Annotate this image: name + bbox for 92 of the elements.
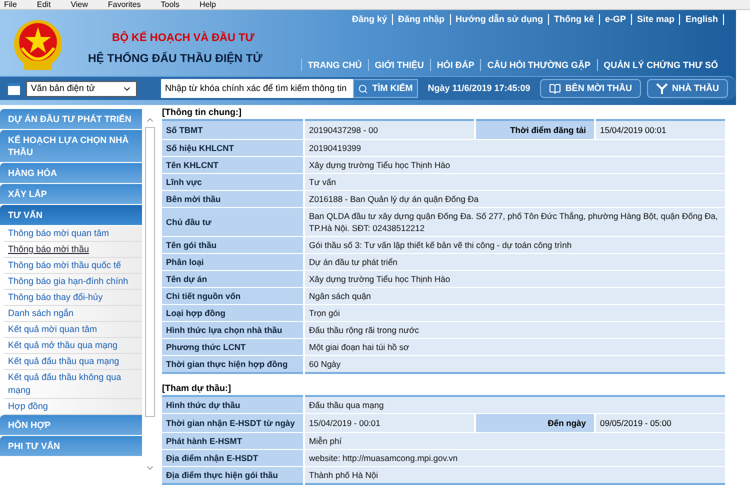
category-item[interactable]: XÂY LẮP: [0, 184, 142, 205]
field-value: 60 Ngày: [304, 356, 725, 373]
field-value: Ban QLDA đầu tư xây dựng quận Đống Đa. Số 277, phố Tôn Đức Thắng, phường Hàng Bột, quận Đống Đa, TP.Hà Nội. SĐT: 02438512212: [304, 208, 725, 236]
field-label: Hình thức lựa chọn nhà thầu: [162, 322, 304, 338]
field-value: Một giai đoạn hai túi hồ sơ: [304, 338, 725, 356]
top-link[interactable]: e-GP: [600, 14, 632, 25]
field-label: Thời điểm đăng tải: [475, 120, 595, 140]
top-link[interactable]: Đăng nhập: [393, 14, 451, 25]
top-link[interactable]: English: [680, 14, 724, 25]
section-title: [Tham dự thầu:]: [162, 382, 232, 394]
menu-item[interactable]: View: [70, 0, 88, 9]
field-label: Loại hợp đồng: [162, 304, 304, 322]
top-link[interactable]: Thống kê: [548, 14, 600, 25]
submenu-link[interactable]: Thông báo gia hạn-đính chính: [4, 274, 142, 290]
submenu-link[interactable]: Hợp đồng: [4, 399, 142, 415]
field-label: Hình thức dự thầu: [162, 396, 304, 414]
field-label: Địa điểm nhận E-HSDT: [162, 450, 304, 466]
category-item[interactable]: KẾ HOẠCH LỰA CHỌN NHÀ THẦU: [0, 130, 142, 163]
nav-link[interactable]: CÂU HỎI THƯỜNG GẶP: [480, 59, 597, 71]
field-value: Thành phố Hà Nội: [304, 466, 725, 484]
field-value: 20190437298 - 00: [304, 120, 475, 140]
nav-link[interactable]: HỎI ĐÁP: [430, 59, 480, 71]
category-item[interactable]: HỖN HỢP: [0, 415, 142, 436]
field-value: 15/04/2019 - 00:01: [304, 414, 475, 432]
field-label: Số hiệu KHLCNT: [162, 140, 304, 156]
search-icon: [358, 84, 368, 94]
book-icon: [549, 82, 562, 94]
menu-item[interactable]: Edit: [36, 0, 51, 9]
antenna-icon: [656, 82, 668, 94]
menu-item[interactable]: Favorites: [108, 0, 141, 9]
submenu-link[interactable]: Thông báo mời thầu: [4, 242, 142, 258]
field-value: Tư vấn: [304, 174, 725, 190]
field-value: 20190419399: [304, 140, 725, 156]
nav-link[interactable]: TRANG CHỦ: [300, 59, 368, 71]
field-label: Chủ đầu tư: [162, 208, 304, 236]
search-button[interactable]: TÌM KIẾM: [353, 79, 418, 98]
submenu-link[interactable]: Kết quả mời quan tâm: [4, 322, 142, 338]
field-label: Tên KHLCNT: [162, 156, 304, 174]
section-title: [Thông tin chung:]: [162, 106, 242, 118]
submenu-link[interactable]: Thông báo mời thầu quốc tế: [4, 258, 142, 274]
portal-button[interactable]: BÊN MỜI THẦU: [540, 79, 641, 98]
field-value: Ngân sách quận: [304, 288, 725, 304]
field-label: Tên gói thầu: [162, 236, 304, 254]
system-title: HỆ THỐNG ĐẤU THẦU ĐIỆN TỬ: [88, 50, 262, 66]
field-label: Chi tiết nguồn vốn: [162, 288, 304, 304]
field-value: Gói thầu số 3: Tư vấn lập thiết kế bản vẽ thi công - dự toán công trình: [304, 236, 725, 254]
field-label: Bên mời thầu: [162, 190, 304, 208]
submenu-link[interactable]: Thông báo thay đổi-hủy: [4, 290, 142, 306]
category-item[interactable]: DỰ ÁN ĐẦU TƯ PHÁT TRIỂN: [0, 109, 142, 130]
submenu-link[interactable]: Kết quả đấu thầu qua mạng: [4, 354, 142, 370]
submenu-link[interactable]: Kết quả đấu thầu không qua mạng: [4, 370, 142, 399]
top-link[interactable]: Site map: [632, 14, 680, 25]
category-item[interactable]: PHI TƯ VẤN: [0, 436, 142, 457]
submenu-link[interactable]: Danh sách ngắn: [4, 306, 142, 322]
field-label: Đến ngày: [475, 414, 595, 432]
ministry-title: BỘ KẾ HOẠCH VÀ ĐẦU TƯ: [111, 30, 256, 46]
category-item[interactable]: HÀNG HÓA: [0, 163, 142, 184]
field-label: Phân loại: [162, 254, 304, 270]
date-time: Ngày 11/6/2019 17:45:09: [428, 82, 530, 95]
field-label: Phương thức LCNT: [162, 338, 304, 356]
nav-link[interactable]: GIỚI THIỆU: [368, 59, 430, 71]
field-label: Thời gian nhận E-HSDT từ ngày: [162, 414, 304, 432]
top-link[interactable]: Đăng ký: [347, 14, 394, 25]
field-label: Số TBMT: [162, 120, 304, 140]
field-value: Z016188 - Ban Quản lý dự án quận Đống Đa: [304, 190, 725, 208]
field-label: Tên dự án: [162, 270, 304, 288]
field-value: Đấu thầu rộng rãi trong nước: [304, 322, 725, 338]
search-field[interactable]: Nhập từ khóa chính xác để tìm kiếm thông tin: [160, 79, 354, 98]
calendar-icon: [8, 82, 20, 94]
menu-item[interactable]: File: [4, 0, 17, 9]
field-label: Thời gian thực hiện hợp đồng: [162, 356, 304, 373]
submenu-link[interactable]: Kết quả mở thầu qua mạng: [4, 338, 142, 354]
field-value: 09/05/2019 - 05:00: [595, 414, 725, 432]
field-value: Đấu thầu qua mạng: [304, 396, 725, 414]
top-link[interactable]: Hướng dẫn sử dụng: [450, 14, 549, 25]
field-value: Dự án đầu tư phát triển: [304, 254, 725, 270]
category-item[interactable]: TƯ VẤN: [0, 205, 142, 226]
field-value: Xây dựng trường Tiểu học Thịnh Hào: [304, 156, 725, 174]
nav-link[interactable]: QUẢN LÝ CHỨNG THƯ SỐ: [596, 59, 724, 71]
field-value: Miễn phí: [304, 432, 725, 450]
field-label: Phát hành E-HSMT: [162, 432, 304, 450]
field-label: Địa điểm thực hiện gói thầu: [162, 466, 304, 484]
field-value: website: http://muasamcong.mpi.gov.vn: [304, 450, 725, 466]
field-value: 15/04/2019 00:01: [595, 120, 725, 140]
document-type-dropdown[interactable]: Văn bản điện tử: [26, 80, 137, 96]
field-value: Xây dựng trường Tiểu học Thịnh Hào: [304, 270, 725, 288]
field-value: Trọn gói: [304, 304, 725, 322]
submenu-link[interactable]: Thông báo mời quan tâm: [4, 226, 142, 242]
menu-item[interactable]: Help: [199, 0, 216, 9]
menu-item[interactable]: Tools: [160, 0, 180, 9]
field-label: Lĩnh vực: [162, 174, 304, 190]
portal-button[interactable]: NHÀ THẦU: [647, 79, 728, 98]
